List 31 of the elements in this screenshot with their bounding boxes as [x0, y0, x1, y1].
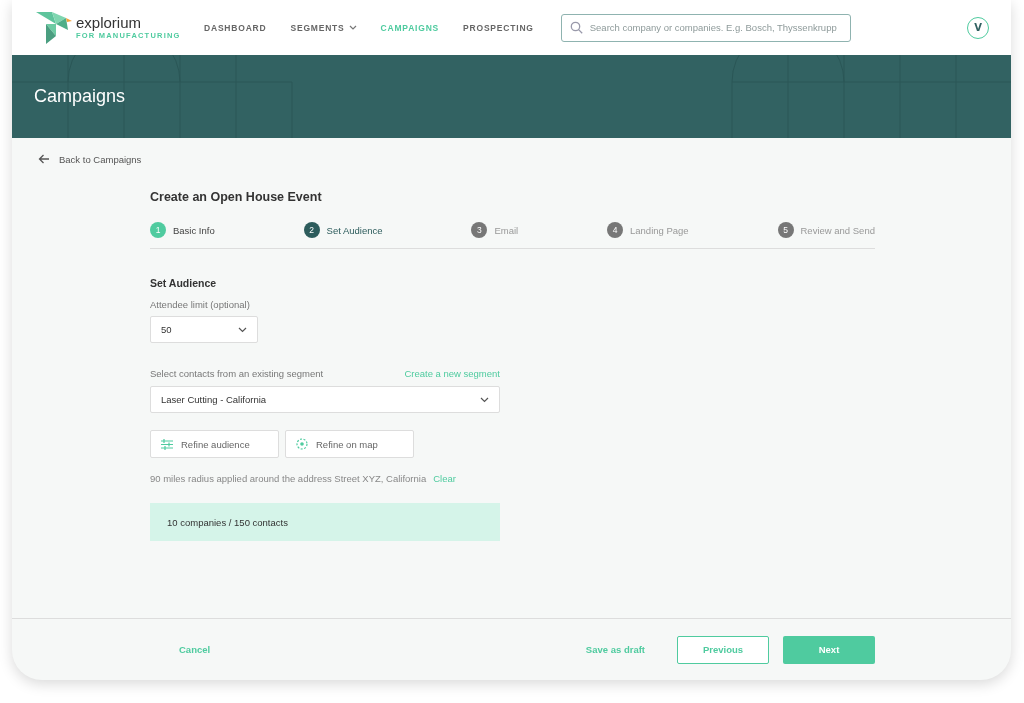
step-number: 4	[607, 222, 623, 238]
back-link[interactable]: Back to Campaigns	[38, 153, 142, 165]
nav-tab[interactable]: SEGMENTS	[290, 22, 357, 33]
target-icon	[296, 438, 308, 450]
sliders-icon	[161, 438, 173, 450]
form-title: Create an Open House Event	[150, 190, 323, 204]
chevron-down-icon	[238, 326, 247, 333]
field-label: Select contacts from an existing segment	[150, 368, 324, 379]
step-number: 1	[150, 222, 166, 238]
step-number: 5	[777, 222, 794, 238]
nav-tab[interactable]: DASHBOARD	[204, 22, 267, 33]
section-title: Set Audience	[150, 277, 218, 289]
page-title: Campaigns	[34, 86, 126, 107]
arrow-left-icon	[38, 154, 50, 164]
audience-summary: 10 companies / 150 contacts	[150, 503, 500, 541]
bird-logo-icon	[36, 11, 74, 44]
attendee-limit-select[interactable]: 50	[150, 316, 258, 343]
radius-note: 90 miles radius applied around the address Street XYZ, California	[150, 473, 427, 484]
search-field[interactable]: Search company or companies. E.g. Bosch, Thyssenkrupp	[560, 13, 851, 42]
nav-tab[interactable]: PROSPECTING	[463, 22, 534, 33]
chevron-down-icon	[480, 396, 489, 403]
step-number: 3	[471, 222, 488, 238]
segment-select[interactable]: Laser Cutting - California	[150, 386, 500, 413]
refine-button[interactable]: Refine on map	[285, 430, 414, 458]
chevron-down-icon	[348, 25, 357, 30]
brand-name: explorium	[76, 15, 143, 31]
refine-button[interactable]: Refine audience	[150, 430, 279, 458]
field-label: Attendee limit (optional)	[150, 299, 251, 310]
step-label[interactable]: Basic Info	[173, 224, 215, 236]
step-number: 2	[303, 222, 320, 238]
step-label[interactable]: Set Audience	[326, 224, 383, 236]
